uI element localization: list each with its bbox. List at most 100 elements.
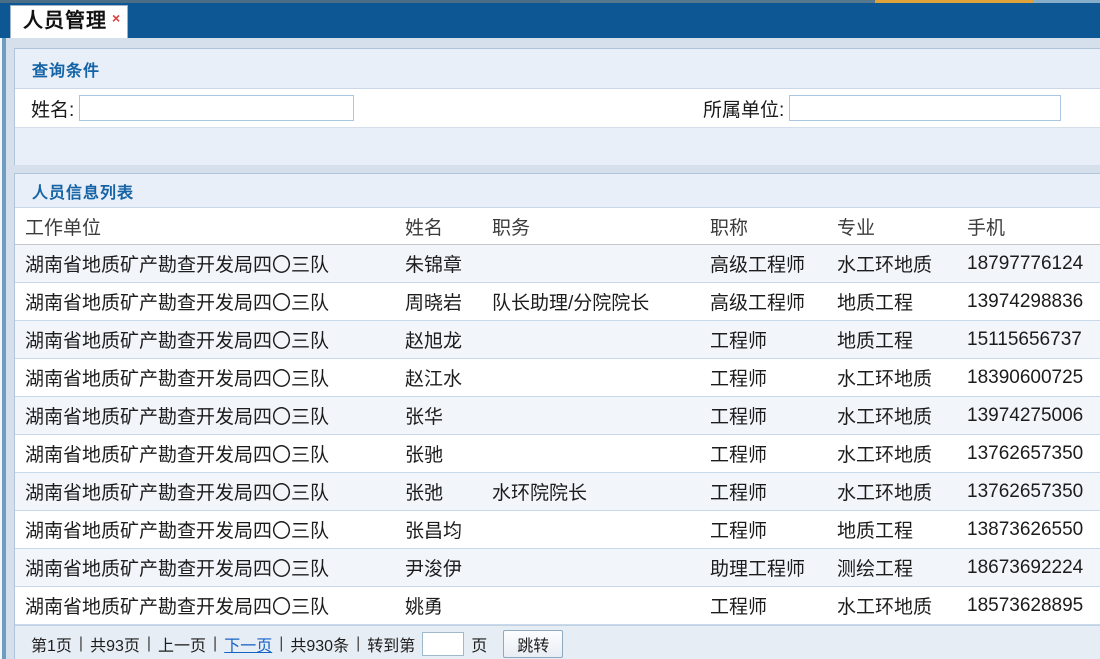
table-cell: 18797776124: [967, 245, 1100, 283]
name-field-label: 姓名:: [31, 95, 74, 122]
column-header: 职称: [710, 208, 837, 245]
table-cell: 18673692224: [967, 549, 1100, 587]
table-cell: 水环院院长: [492, 473, 710, 511]
table-cell: 高级工程师: [710, 245, 837, 283]
column-header: 工作单位: [15, 208, 405, 245]
unit-field-label: 所属单位:: [703, 95, 784, 122]
table-cell: 地质工程: [837, 283, 967, 321]
prev-page-link[interactable]: 上一页: [158, 632, 206, 656]
table-cell: 工程师: [710, 473, 837, 511]
table-cell: 湖南省地质矿产勘查开发局四〇三队: [15, 549, 405, 587]
separator: |: [279, 635, 283, 653]
table-row[interactable]: 湖南省地质矿产勘查开发局四〇三队周晓岩队长助理/分院院长高级工程师地质工程139…: [15, 283, 1100, 321]
query-panel-header: 查询条件: [15, 49, 1100, 89]
table-row[interactable]: 湖南省地质矿产勘查开发局四〇三队张昌均工程师地质工程13873626550: [15, 511, 1100, 549]
table-cell: [492, 587, 710, 625]
column-header: 专业: [837, 208, 967, 245]
table-cell: 朱锦章: [405, 245, 492, 283]
table-cell: 湖南省地质矿产勘查开发局四〇三队: [15, 321, 405, 359]
table-cell: 湖南省地质矿产勘查开发局四〇三队: [15, 283, 405, 321]
table-cell: 13974298836: [967, 283, 1100, 321]
current-page-indicator: 第1页: [31, 632, 72, 656]
table-row[interactable]: 湖南省地质矿产勘查开发局四〇三队姚勇 工程师水工环地质18573628895: [15, 587, 1100, 625]
query-fields-row: 姓名: 所属单位:: [15, 89, 1100, 128]
table-cell: [492, 359, 710, 397]
name-field-group: 姓名:: [31, 89, 354, 127]
table-cell: 张昌均: [405, 511, 492, 549]
query-panel-footer: [15, 128, 1100, 165]
table-row[interactable]: 湖南省地质矿产勘查开发局四〇三队尹浚伊助理工程师测绘工程18673692224: [15, 549, 1100, 587]
table-cell: 水工环地质: [837, 435, 967, 473]
table-row[interactable]: 湖南省地质矿产勘查开发局四〇三队赵江水 工程师水工环地质18390600725: [15, 359, 1100, 397]
table-cell: [492, 397, 710, 435]
separator: |: [356, 635, 360, 653]
table-cell: 13762657350: [967, 473, 1100, 511]
table-cell: 湖南省地质矿产勘查开发局四〇三队: [15, 245, 405, 283]
table-cell: 18390600725: [967, 359, 1100, 397]
separator: |: [147, 635, 151, 653]
goto-page-input[interactable]: [422, 632, 464, 656]
personnel-table: 工作单位姓名职务职称专业手机邮箱 湖南省地质矿产勘查开发局四〇三队朱锦章高级工程…: [15, 208, 1100, 625]
total-pages-indicator: 共93页: [90, 632, 140, 656]
column-header: 姓名: [405, 208, 492, 245]
table-cell: [492, 435, 710, 473]
table-cell: 水工环地质: [837, 359, 967, 397]
table-cell: 18573628895: [967, 587, 1100, 625]
column-header: 职务: [492, 208, 710, 245]
left-accent-bar: [2, 38, 6, 659]
table-cell: 高级工程师: [710, 283, 837, 321]
table-cell: 尹浚伊: [405, 549, 492, 587]
table-cell: [492, 245, 710, 283]
goto-page-prefix: 转到第: [367, 632, 415, 656]
table-row[interactable]: 湖南省地质矿产勘查开发局四〇三队张弛水环院院长工程师水工环地质137626573…: [15, 473, 1100, 511]
table-cell: 地质工程: [837, 321, 967, 359]
table-cell: 姚勇: [405, 587, 492, 625]
tab-close-icon[interactable]: ×: [112, 11, 120, 25]
separator: |: [79, 635, 83, 653]
pagination-bar: 第1页 | 共93页 | 上一页 | 下一页 | 共930条 | 转到第 页 跳…: [15, 625, 1100, 659]
table-cell: 赵旭龙: [405, 321, 492, 359]
table-cell: 湖南省地质矿产勘查开发局四〇三队: [15, 587, 405, 625]
table-header-row: 工作单位姓名职务职称专业手机邮箱: [15, 208, 1100, 245]
separator: |: [213, 635, 217, 653]
content-area: 查询条件 姓名: 所属单位: 人员信息列表 工作单位姓名职务职称专业手机邮箱: [0, 38, 1100, 659]
app-window: 人员管理 × 查询条件 姓名: 所属单位:: [0, 0, 1100, 659]
table-cell: 张华: [405, 397, 492, 435]
name-input[interactable]: [79, 95, 354, 121]
query-panel: 查询条件 姓名: 所属单位:: [14, 48, 1100, 165]
next-page-link[interactable]: 下一页: [224, 632, 272, 656]
list-panel-title: 人员信息列表: [32, 179, 134, 203]
jump-button[interactable]: 跳转: [503, 630, 563, 658]
table-cell: 水工环地质: [837, 397, 967, 435]
goto-page-suffix: 页: [471, 632, 487, 656]
query-panel-title: 查询条件: [32, 57, 100, 81]
table-cell: 湖南省地质矿产勘查开发局四〇三队: [15, 435, 405, 473]
column-header: 手机: [967, 208, 1100, 245]
table-cell: 赵江水: [405, 359, 492, 397]
table-row[interactable]: 湖南省地质矿产勘查开发局四〇三队赵旭龙工程师地质工程15115656737: [15, 321, 1100, 359]
table-cell: [492, 549, 710, 587]
table-cell: 湖南省地质矿产勘查开发局四〇三队: [15, 511, 405, 549]
table-cell: 13873626550: [967, 511, 1100, 549]
personnel-list-panel: 人员信息列表 工作单位姓名职务职称专业手机邮箱 湖南省地质矿产勘查开发局四〇三队…: [14, 173, 1100, 659]
list-panel-header: 人员信息列表: [15, 174, 1100, 208]
table-cell: 工程师: [710, 587, 837, 625]
table-cell: 水工环地质: [837, 587, 967, 625]
table-cell: 张弛: [405, 473, 492, 511]
total-items-indicator: 共930条: [290, 632, 349, 656]
table-row[interactable]: 湖南省地质矿产勘查开发局四〇三队朱锦章高级工程师水工环地质18797776124: [15, 245, 1100, 283]
table-cell: [492, 321, 710, 359]
table-cell: 湖南省地质矿产勘查开发局四〇三队: [15, 473, 405, 511]
table-cell: 工程师: [710, 359, 837, 397]
table-row[interactable]: 湖南省地质矿产勘查开发局四〇三队张驰工程师水工环地质13762657350: [15, 435, 1100, 473]
table-cell: 工程师: [710, 511, 837, 549]
table-cell: 15115656737: [967, 321, 1100, 359]
table-cell: 湖南省地质矿产勘查开发局四〇三队: [15, 359, 405, 397]
table-cell: 13974275006: [967, 397, 1100, 435]
table-cell: 湖南省地质矿产勘查开发局四〇三队: [15, 397, 405, 435]
table-cell: 13762657350: [967, 435, 1100, 473]
table-row[interactable]: 湖南省地质矿产勘查开发局四〇三队张华工程师水工环地质13974275006: [15, 397, 1100, 435]
tab-personnel-management[interactable]: 人员管理 ×: [10, 5, 128, 38]
table-cell: 周晓岩: [405, 283, 492, 321]
unit-input[interactable]: [789, 95, 1061, 121]
